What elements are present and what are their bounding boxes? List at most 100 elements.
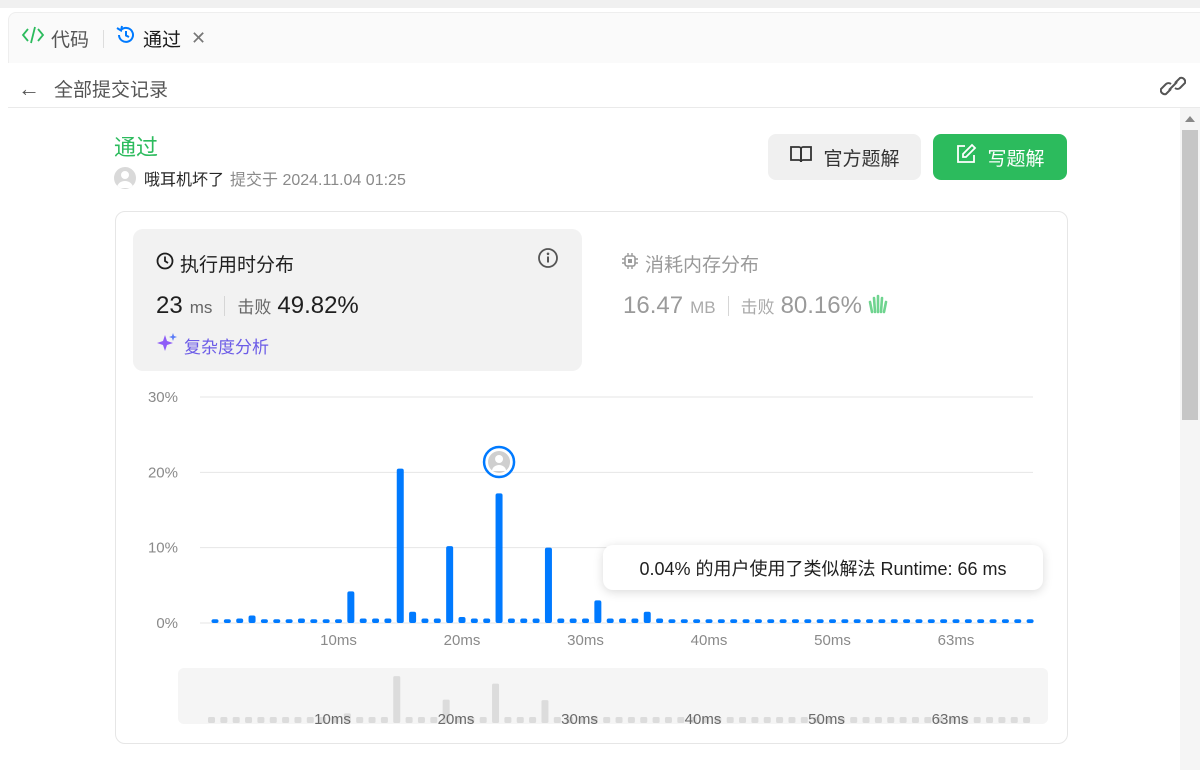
chart-bar	[977, 619, 985, 623]
preview-bar	[257, 717, 265, 723]
preview-bar	[220, 717, 228, 723]
preview-bar	[430, 717, 438, 723]
chart-bar	[347, 591, 355, 623]
chart-bar	[446, 546, 454, 623]
chart-bar	[779, 619, 787, 623]
tab-code[interactable]: 代码	[21, 13, 89, 63]
chart-bar	[680, 619, 688, 623]
preview-bar	[739, 717, 747, 723]
info-icon[interactable]	[537, 247, 559, 274]
y-tick-label: 10%	[148, 540, 178, 557]
chart-bar	[791, 619, 799, 623]
vertical-scrollbar[interactable]	[1180, 108, 1200, 770]
scroll-up-icon[interactable]	[1185, 116, 1195, 122]
memory-stats: 16.47 MB 击败 80.16%	[623, 292, 890, 320]
preview-bar	[664, 717, 672, 723]
preview-tick-label: 40ms	[685, 711, 722, 728]
username[interactable]: 哦耳机坏了	[144, 166, 224, 190]
preview-bar	[776, 717, 784, 723]
preview-bar	[245, 717, 253, 723]
preview-bar	[306, 717, 314, 723]
stat-divider	[224, 296, 226, 316]
chart-bar	[606, 618, 614, 623]
chip-icon	[621, 252, 645, 276]
chart-bar	[260, 619, 268, 623]
chart-bar	[372, 618, 380, 623]
preview-bar	[356, 717, 364, 723]
chart-bar	[248, 615, 256, 623]
x-tick-label: 40ms	[691, 632, 728, 649]
preview-bar	[504, 717, 512, 723]
submission-meta: 哦耳机坏了 提交于 2024.11.04 01:25	[114, 166, 406, 190]
chart-bar	[507, 618, 515, 623]
preview-bar	[529, 717, 537, 723]
back-link[interactable]: ← 全部提交记录	[18, 75, 168, 102]
chart-bar	[693, 619, 701, 623]
preview-bar	[899, 717, 907, 723]
preview-bar	[924, 717, 932, 723]
chart-bar	[915, 619, 923, 623]
preview-bar	[998, 717, 1006, 723]
chart-bar	[964, 619, 972, 623]
preview-bar	[553, 717, 561, 723]
tab-pass[interactable]: 通过 ✕	[115, 13, 206, 63]
edit-icon	[955, 143, 987, 171]
chart-bar	[594, 600, 602, 623]
chart-bar	[866, 619, 874, 623]
chart-bar	[532, 618, 540, 623]
chart-bar	[767, 619, 775, 623]
memory-unit: MB	[690, 298, 716, 317]
preview-bar	[986, 717, 994, 723]
preview-bar	[763, 717, 771, 723]
chart-bar	[483, 618, 491, 623]
official-solution-button[interactable]: 官方题解	[768, 134, 921, 180]
memory-title[interactable]: 消耗内存分布	[621, 250, 759, 277]
memory-beats-value: 80.16%	[780, 292, 862, 319]
chart-bar	[643, 611, 651, 623]
chart-bar	[656, 618, 664, 623]
chart-bar	[853, 619, 861, 623]
preview-bar	[208, 717, 215, 723]
chart-bar	[717, 619, 725, 623]
chart-bar	[1026, 619, 1034, 623]
x-tick-label: 10ms	[320, 632, 357, 649]
chart-bar	[989, 619, 997, 623]
preview-bar	[282, 717, 290, 723]
preview-bar	[800, 717, 808, 723]
scrollbar-thumb[interactable]	[1182, 130, 1198, 420]
x-tick-label: 20ms	[444, 632, 481, 649]
chart-bar	[211, 619, 219, 623]
preview-bar	[294, 717, 302, 723]
clock-icon	[156, 252, 180, 276]
tab-divider	[103, 30, 104, 48]
write-solution-label: 写题解	[987, 148, 1045, 170]
close-icon[interactable]: ✕	[191, 28, 206, 49]
runtime-beats-value: 49.82%	[277, 292, 359, 319]
preview-tick-label: 30ms	[561, 711, 598, 728]
preview-bar	[393, 676, 401, 723]
chart-bar	[285, 619, 293, 623]
link-icon[interactable]	[1159, 75, 1187, 102]
chart-bar	[903, 619, 911, 623]
chart-bar	[1014, 619, 1022, 623]
chart-bar	[322, 619, 330, 623]
chart-bar	[223, 619, 231, 623]
preview-bar	[751, 717, 759, 723]
chart-bar	[754, 619, 762, 623]
y-tick-label: 20%	[148, 464, 178, 481]
write-solution-button[interactable]: 写题解	[933, 134, 1067, 180]
chart-bar	[816, 619, 824, 623]
chart-bar	[520, 618, 528, 623]
complexity-analysis-link[interactable]: 复杂度分析	[156, 332, 269, 359]
preview-tick-label: 50ms	[808, 711, 845, 728]
chart-bar	[569, 618, 577, 623]
preview-bar	[788, 717, 796, 723]
sparkle-icon	[156, 332, 184, 359]
avatar[interactable]	[114, 167, 136, 189]
chart-bar	[557, 618, 565, 623]
runtime-value: 23	[156, 292, 183, 319]
preview-bar	[652, 717, 660, 723]
range-selector	[178, 668, 1048, 724]
preview-bar	[417, 717, 425, 723]
clap-icon	[868, 294, 890, 319]
